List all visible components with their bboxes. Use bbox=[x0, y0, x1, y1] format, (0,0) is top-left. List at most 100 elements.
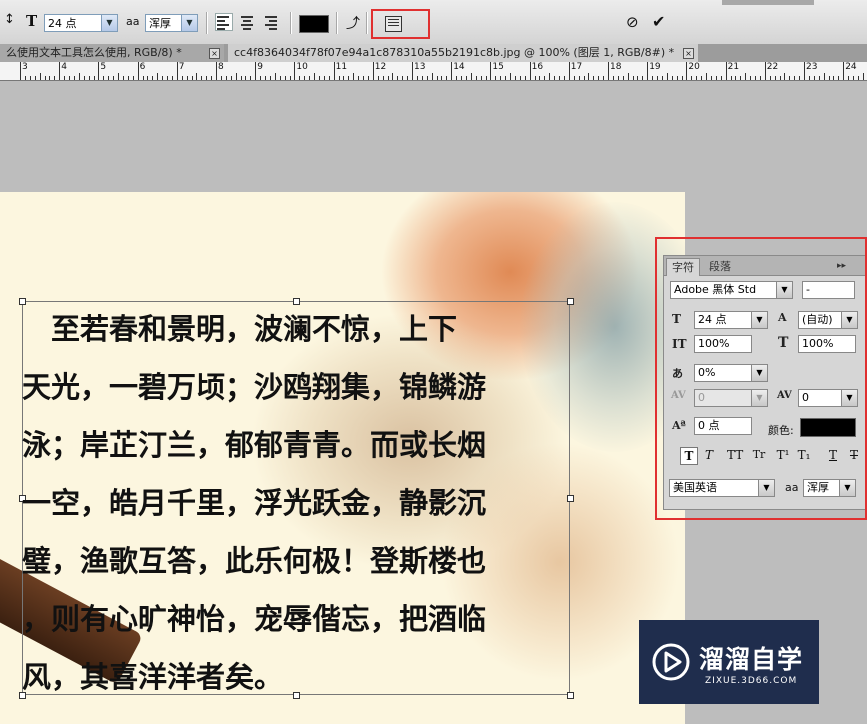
ruler-tick bbox=[216, 62, 217, 80]
ruler-tick bbox=[671, 76, 673, 80]
ruler-tick bbox=[446, 76, 448, 80]
watermark-url: ZIXUE.3D66.COM bbox=[705, 676, 798, 686]
ruler-tick bbox=[191, 76, 193, 80]
ruler-tick bbox=[78, 73, 80, 80]
ruler-tick bbox=[402, 76, 404, 80]
ruler-tick bbox=[353, 73, 355, 80]
ruler-label: 10 bbox=[296, 62, 308, 72]
ruler-tick bbox=[157, 73, 159, 80]
ruler-tick bbox=[269, 76, 271, 80]
text-line: 泳；岸芷汀兰，郁郁青青。而或长烟 bbox=[22, 428, 487, 462]
align-right-button[interactable] bbox=[264, 14, 280, 30]
ruler-tick bbox=[593, 76, 595, 80]
ruler-tick bbox=[304, 76, 306, 80]
ruler-tick bbox=[29, 76, 31, 80]
ruler-tick bbox=[710, 76, 712, 80]
ruler-tick bbox=[294, 62, 296, 80]
ruler-tick bbox=[108, 76, 110, 80]
document-tab-active[interactable]: cc4f8364034f78f07e94a1c878310a55b2191c8b… bbox=[228, 44, 698, 62]
ruler-tick bbox=[171, 76, 173, 80]
watermark-title: 溜溜自学 bbox=[699, 645, 804, 674]
ruler-tick bbox=[813, 76, 815, 80]
ruler-tick bbox=[598, 76, 600, 80]
ruler-tick bbox=[612, 76, 614, 80]
divider bbox=[366, 12, 367, 34]
ruler-tick bbox=[715, 76, 717, 80]
ruler-tick bbox=[769, 76, 771, 80]
ruler-tick bbox=[647, 62, 649, 80]
text-color-swatch[interactable] bbox=[299, 15, 329, 33]
ruler-tick bbox=[196, 73, 198, 80]
ruler-tick bbox=[652, 76, 654, 80]
ruler-tick bbox=[421, 76, 423, 80]
ruler-tick bbox=[642, 76, 644, 80]
ruler-tick bbox=[314, 73, 315, 80]
ruler-label: 11 bbox=[335, 62, 348, 72]
ruler-tick bbox=[691, 76, 693, 80]
ruler-label: 4 bbox=[61, 62, 67, 72]
document-tab[interactable]: 么使用文本工具怎么使用, RGB/8) * × bbox=[0, 44, 224, 62]
checkmark-icon[interactable]: ✔ bbox=[652, 12, 665, 31]
ruler-tick bbox=[696, 76, 698, 80]
ruler-tick bbox=[142, 76, 144, 80]
ruler-tick bbox=[681, 76, 683, 80]
ruler-tick bbox=[608, 62, 609, 80]
ruler-tick bbox=[554, 76, 556, 80]
ruler-tick bbox=[524, 76, 526, 80]
font-size-select[interactable]: 24 点 ▼ bbox=[44, 14, 118, 32]
ruler-tick bbox=[706, 73, 707, 80]
ruler-tick bbox=[529, 62, 531, 80]
close-icon[interactable]: × bbox=[683, 48, 694, 59]
ruler-label: 9 bbox=[257, 62, 263, 72]
ruler-tick bbox=[828, 76, 830, 80]
ruler-tick bbox=[779, 76, 781, 80]
ruler-tick bbox=[549, 73, 551, 80]
ruler-tick bbox=[862, 73, 864, 80]
ruler-tick bbox=[808, 76, 810, 80]
ruler-tick bbox=[848, 76, 850, 80]
ruler-tick bbox=[559, 76, 560, 80]
ruler-tick bbox=[843, 62, 845, 80]
ruler-tick bbox=[240, 76, 242, 80]
ruler-tick bbox=[299, 76, 301, 80]
ruler-label: 22 bbox=[766, 62, 779, 72]
ruler-tick bbox=[416, 76, 418, 80]
align-left-button[interactable] bbox=[215, 13, 233, 31]
ruler-tick bbox=[235, 73, 237, 80]
ruler-tick bbox=[152, 76, 154, 80]
text-orientation-icon[interactable]: ↕ bbox=[4, 12, 15, 27]
ruler-tick bbox=[799, 76, 801, 80]
ruler-tick bbox=[338, 76, 340, 80]
ruler-tick bbox=[255, 62, 257, 80]
ruler-tick bbox=[412, 62, 413, 80]
ruler-tick bbox=[265, 76, 266, 80]
text-line: 天光，一碧万顷；沙鸥翔集，锦鳞游 bbox=[22, 370, 487, 404]
ruler-tick bbox=[730, 76, 732, 80]
play-logo-icon bbox=[652, 643, 690, 681]
ruler-tick bbox=[382, 76, 384, 80]
ruler-tick bbox=[750, 76, 752, 80]
ruler-tick bbox=[64, 76, 66, 80]
align-center-button[interactable] bbox=[240, 14, 256, 30]
antialias-select[interactable]: 浑厚 ▼ bbox=[145, 14, 198, 32]
antialias-icon: aa bbox=[126, 15, 140, 28]
ruler-tick bbox=[49, 76, 51, 80]
antialias-value: 浑厚 bbox=[149, 17, 171, 30]
close-icon[interactable]: × bbox=[209, 48, 220, 59]
font-size-icon: T bbox=[26, 12, 38, 30]
ruler-tick bbox=[470, 73, 472, 80]
ruler-tick bbox=[426, 76, 428, 80]
ruler-tick bbox=[24, 76, 26, 80]
cancel-icon[interactable]: ⊘ bbox=[626, 13, 639, 31]
ruler-tick bbox=[348, 76, 350, 80]
options-bar: ↕ T 24 点 ▼ aa 浑厚 ▼ ⤴ ⊘ ✔ bbox=[0, 0, 867, 45]
ruler-tick bbox=[505, 76, 507, 80]
ruler-label: 15 bbox=[492, 62, 504, 72]
ruler-tick bbox=[617, 76, 619, 80]
ruler-label: 3 bbox=[22, 62, 28, 72]
warp-text-icon[interactable]: ⤴ bbox=[346, 13, 360, 33]
ruler-tick bbox=[69, 76, 70, 80]
ruler-tick bbox=[666, 73, 668, 80]
text-layer-content[interactable]: 至若春和景明，波澜不惊，上下 天光，一碧万顷；沙鸥翔集，锦鳞游 泳；岸芷汀兰，郁… bbox=[22, 300, 582, 706]
horizontal-ruler[interactable]: 3 4 5 6 7 8 9 10 11 12 13 14 15 16 17 18 19 20 21 22 23 24 bbox=[0, 62, 867, 81]
